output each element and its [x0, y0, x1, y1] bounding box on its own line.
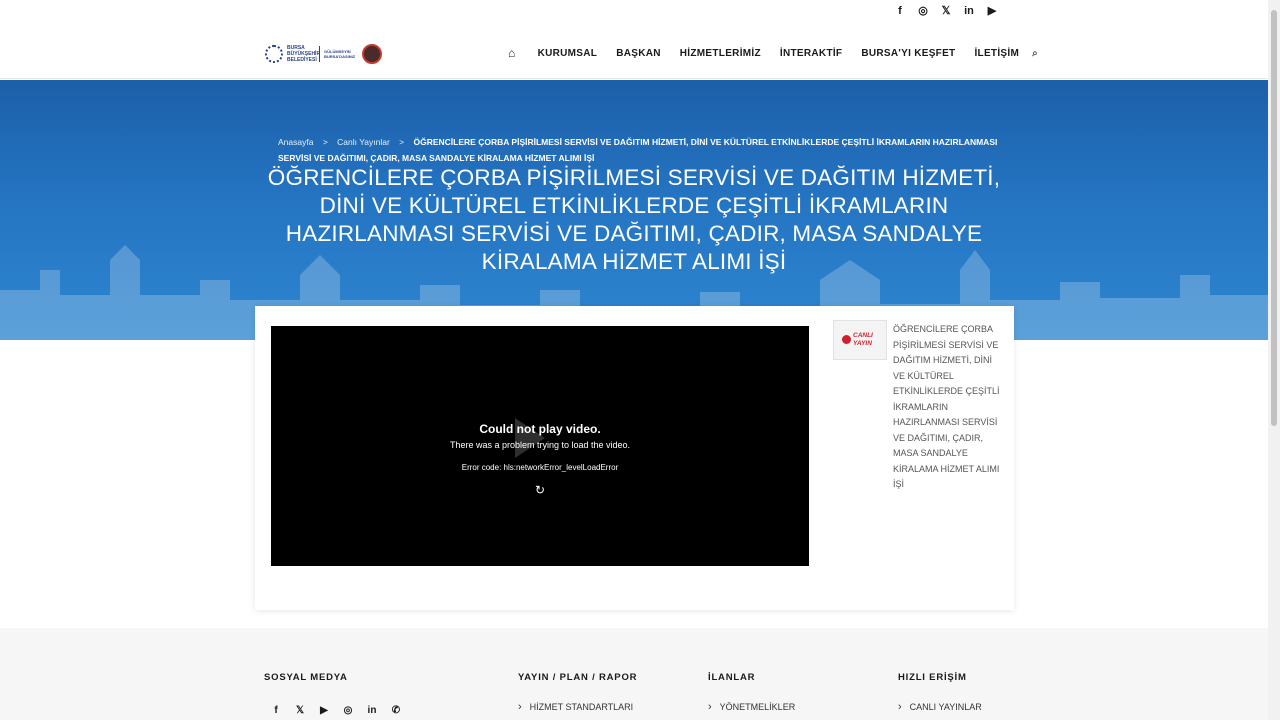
main-nav: ⌂ KURUMSAL BAŞKAN HİZMETLERİMİZ İNTERAKT…	[508, 46, 1038, 60]
x-icon[interactable]: 𝕏	[288, 702, 312, 720]
home-icon[interactable]: ⌂	[508, 46, 516, 60]
whatsapp-icon[interactable]: ✆	[384, 702, 408, 720]
breadcrumb: Anasayfa > Canlı Yayınlar > ÖĞRENCİLERE …	[278, 134, 998, 166]
nav-item-kurumsal[interactable]: KURUMSAL	[538, 48, 598, 59]
footer-reports-column: YAYIN / PLAN / RAPOR HİZMET STANDARTLARI	[518, 672, 637, 713]
breadcrumb-live-streams[interactable]: Canlı Yayınlar	[337, 137, 390, 147]
municipality-emblem-icon	[265, 45, 283, 63]
footer-link-service-standards[interactable]: HİZMET STANDARTLARI	[518, 701, 637, 713]
search-icon[interactable]: ⌕	[1032, 48, 1038, 59]
scrollbar-thumb[interactable]	[1271, 10, 1277, 426]
footer-social-links: f 𝕏 ▶ ◎ in ✆	[264, 702, 408, 720]
facebook-icon[interactable]: f	[894, 5, 906, 18]
linkedin-icon[interactable]: in	[963, 5, 975, 18]
video-error-message: There was a problem trying to load the v…	[449, 440, 631, 450]
footer-quick-access-column: HIZLI ERİŞİM CANLI YAYINLAR	[898, 672, 982, 713]
nav-item-hizmetlerimiz[interactable]: HİZMETLERİMİZ	[680, 48, 761, 59]
footer-reports-heading: YAYIN / PLAN / RAPOR	[518, 672, 638, 683]
content-card: Could not play video. There was a proble…	[255, 306, 1014, 610]
top-social-links: f ◎ 𝕏 in ▶	[894, 5, 998, 18]
video-player[interactable]: Could not play video. There was a proble…	[271, 326, 809, 566]
nav-item-bursayi-kesfet[interactable]: BURSA'YI KEŞFET	[861, 48, 955, 59]
nav-item-baskan[interactable]: BAŞKAN	[616, 48, 661, 59]
page-title: ÖĞRENCİLERE ÇORBA PİŞİRİLMESİ SERVİSİ VE…	[267, 165, 1001, 274]
page-scrollbar[interactable]	[1268, 0, 1280, 720]
live-stream-thumbnail[interactable]: CANLI YAYIN	[833, 320, 887, 360]
reload-icon[interactable]: ↻	[534, 484, 546, 496]
youtube-icon[interactable]: ▶	[986, 5, 998, 18]
youtube-icon[interactable]: ▶	[312, 702, 336, 720]
logo-text: BURSA BÜYÜKŞEHİR BELEDİYESİ	[287, 45, 321, 63]
live-stream-title[interactable]: ÖĞRENCİLERE ÇORBA PİŞİRİLMESİ SERVİSİ VE…	[893, 322, 1001, 493]
breadcrumb-separator-icon: >	[322, 137, 328, 147]
mayor-avatar	[362, 44, 382, 64]
site-footer: SOSYAL MEDYA f 𝕏 ▶ ◎ in ✆ YAYIN / PLAN /…	[0, 628, 1268, 720]
logo-divider	[319, 46, 320, 62]
site-logo[interactable]: BURSA BÜYÜKŞEHİR BELEDİYESİ GÜLÜMSEYİN B…	[265, 44, 382, 64]
video-error-code: Error code: hls:networkError_levelLoadEr…	[461, 463, 619, 472]
footer-social-column: SOSYAL MEDYA	[264, 672, 348, 683]
nav-item-iletisim[interactable]: İLETİŞİM	[974, 48, 1019, 59]
page: f ◎ 𝕏 in ▶ BURSA BÜYÜKŞEHİR BELEDİYESİ G…	[0, 0, 1280, 720]
footer-link-regulations[interactable]: YÖNETMELİKLER	[708, 701, 796, 713]
live-thumb-text: CANLI YAYIN	[853, 332, 873, 347]
instagram-icon[interactable]: ◎	[336, 702, 360, 720]
linkedin-icon[interactable]: in	[360, 702, 384, 720]
breadcrumb-separator-icon: >	[399, 137, 405, 147]
breadcrumb-home[interactable]: Anasayfa	[278, 137, 313, 147]
site-header: BURSA BÜYÜKŞEHİR BELEDİYESİ GÜLÜMSEYİN B…	[0, 24, 1268, 79]
footer-quick-access-heading: HIZLI ERİŞİM	[898, 672, 967, 683]
footer-announcements-column: İLANLAR YÖNETMELİKLER	[708, 672, 795, 713]
top-social-bar: f ◎ 𝕏 in ▶	[0, 0, 1268, 24]
video-error-title: Could not play video.	[479, 422, 601, 436]
page-hero: Anasayfa > Canlı Yayınlar > ÖĞRENCİLERE …	[0, 80, 1268, 340]
footer-social-heading: SOSYAL MEDYA	[264, 672, 348, 683]
live-dot-icon	[842, 335, 851, 344]
footer-announcements-heading: İLANLAR	[708, 672, 756, 683]
logo-slogan: GÜLÜMSEYİN BURSA'DASINIZ	[324, 49, 356, 59]
nav-item-interaktif[interactable]: İNTERAKTİF	[780, 48, 842, 59]
instagram-icon[interactable]: ◎	[917, 5, 929, 18]
x-icon[interactable]: 𝕏	[940, 5, 952, 18]
facebook-icon[interactable]: f	[264, 702, 288, 720]
footer-link-live-streams[interactable]: CANLI YAYINLAR	[898, 701, 982, 713]
